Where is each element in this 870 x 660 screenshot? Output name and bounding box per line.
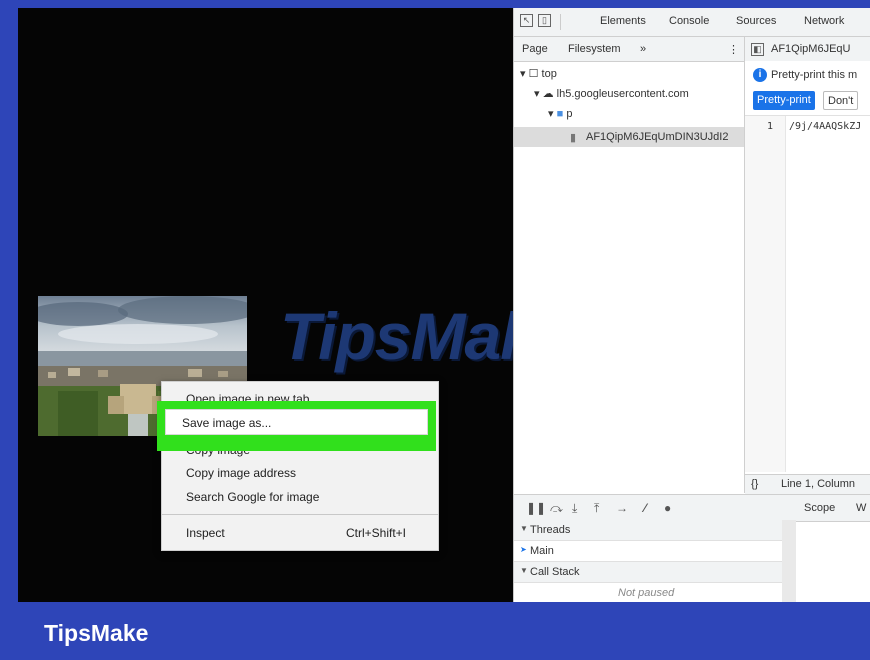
tab-network[interactable]: Network [804,15,844,27]
menu-item-copy-image-address[interactable]: Copy image address [186,466,296,480]
tree-item-folder[interactable]: ▾ ■ p [548,107,572,120]
screenshot-frame: Open image in new tab Copy image Copy im… [0,0,870,660]
current-thread-icon: ➤ [520,545,527,554]
call-stack-section[interactable]: ▼ Call Stack [514,562,784,583]
threads-label: Threads [530,524,571,536]
step-icon[interactable]: → [616,501,628,515]
nav-tab-filesystem[interactable]: Filesystem [568,43,621,55]
menu-item-inspect[interactable]: Inspect [186,526,225,540]
menu-item-search-google[interactable]: Search Google for image [186,490,319,504]
cursor-position: Line 1, Column [781,478,855,490]
deactivate-breakpoints-icon[interactable]: ⁄ [644,501,646,515]
save-image-label: Save image as... [182,416,272,430]
tree-label-domain: lh5.googleusercontent.com [556,88,689,100]
step-into-icon[interactable]: ⤓ [572,501,577,516]
debugger-toolbar: ❚❚ ⤼ ⤓ ⤒ → ⁄ ● Scope W [514,494,870,522]
tree-item-file[interactable]: ▮ AF1QipM6JEqUmDIN3UJdI2 [514,127,744,147]
tree-expand-icon: ▾ [534,88,540,100]
nav-menu-icon[interactable]: ⋮ [728,43,739,56]
footer-banner: TipsMake [0,602,870,660]
pretty-print-braces-icon[interactable]: {} [751,478,758,490]
pause-on-exceptions-icon[interactable]: ● [664,501,671,515]
tree-label-folder: p [566,108,573,120]
source-editor: ◧ AF1QipM6JEqU i Pretty-print this m Pre… [745,37,870,493]
file-icon: ▮ [570,132,577,144]
menu-item-save-image[interactable]: Save image as... [165,409,428,435]
footer-brand: TipsMake [44,620,149,646]
sources-navigator: Page Filesystem » ⋮ ▾ ☐ top ▾ ☁ lh5.goog… [514,37,745,523]
thread-main[interactable]: ➤ Main [514,541,784,562]
nav-more-tabs[interactable]: » [640,43,646,55]
browser-screen: Open image in new tab Copy image Copy im… [18,8,870,602]
threads-section[interactable]: ▼ Threads [514,520,784,541]
inspect-shortcut: Ctrl+Shift+I [345,526,406,540]
tab-console[interactable]: Console [669,15,709,27]
navigator-tabs: Page Filesystem » ⋮ [514,37,744,62]
tab-scope[interactable]: Scope [804,502,835,514]
nav-tab-page[interactable]: Page [522,43,548,55]
tab-sources[interactable]: Sources [736,15,776,27]
tree-label-top: top [541,68,557,80]
pretty-print-button[interactable]: Pretty-print [753,91,815,110]
pretty-print-banner: i Pretty-print this m Pretty-print Don't [745,61,870,116]
tab-watch[interactable]: W [856,502,866,514]
editor-file-tab[interactable]: AF1QipM6JEqU [771,43,850,55]
tree-item-domain[interactable]: ▾ ☁ lh5.googleusercontent.com [534,87,689,100]
device-toolbar-icon[interactable]: ▯ [538,14,551,27]
tab-elements[interactable]: Elements [600,15,646,27]
dont-show-button[interactable]: Don't [823,91,859,110]
collapse-arrow-icon: ▼ [520,566,528,575]
call-stack-label: Call Stack [530,566,580,578]
tree-expand-icon: ▾ [520,68,526,80]
frame-icon: ☐ [528,68,539,80]
image-page: Open image in new tab Copy image Copy im… [18,8,513,602]
pause-icon[interactable]: ❚❚ [526,501,546,515]
tree-item-top[interactable]: ▾ ☐ top [520,67,557,80]
devtools-panel: ↖ ▯ Elements Console Sources Network Pag… [513,8,870,602]
step-over-icon[interactable]: ⤼ [550,501,563,516]
save-image-highlight: Save image as... [157,401,436,451]
toolbar-divider [560,14,561,30]
step-out-icon[interactable]: ⤒ [594,501,599,516]
inspect-element-icon[interactable]: ↖ [520,14,533,27]
info-icon: i [753,68,767,82]
banner-text: Pretty-print this m [771,69,858,81]
collapse-arrow-icon: ▼ [520,524,528,533]
folder-icon: ■ [556,108,564,120]
call-stack-content: Not paused [514,583,784,602]
thread-main-label: Main [530,545,554,557]
toggle-navigator-icon[interactable]: ◧ [751,43,764,56]
tree-label-file: AF1QipM6JEqUmDIN3UJdI2 [586,131,729,143]
not-paused-text: Not paused [618,587,675,599]
devtools-toolbar: ↖ ▯ Elements Console Sources Network [514,8,870,37]
line-gutter [745,116,786,472]
debugger-scrollbar[interactable] [782,520,796,602]
menu-separator [162,514,438,515]
line-number: 1 [767,121,774,132]
editor-tabs: ◧ AF1QipM6JEqU [745,37,870,62]
tree-expand-icon: ▾ [548,108,554,120]
editor-status-bar: {} Line 1, Column [745,474,870,495]
cloud-icon: ☁ [542,88,554,100]
code-text: /9j/4AAQSkZJ [789,121,862,132]
